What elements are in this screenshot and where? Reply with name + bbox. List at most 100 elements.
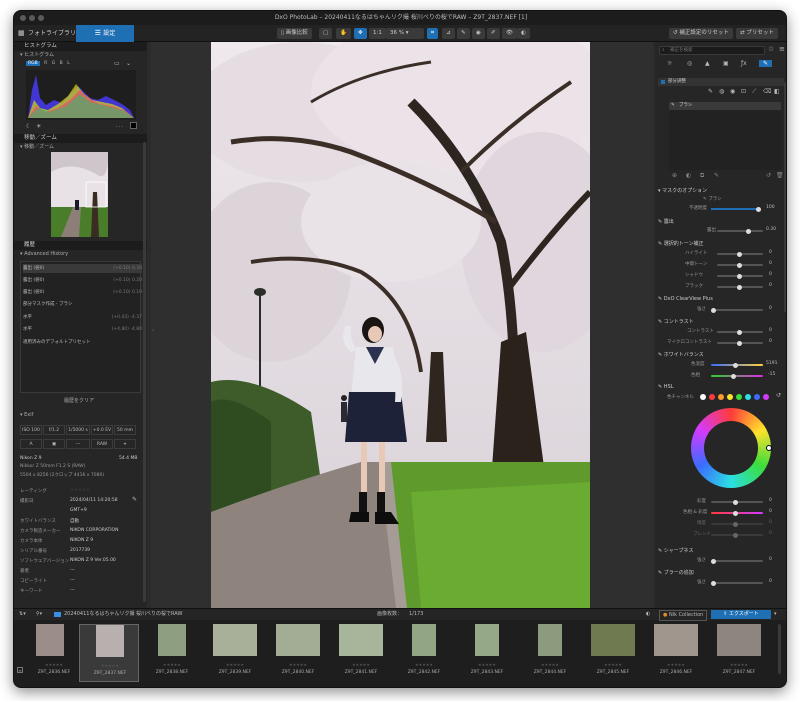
history-item[interactable]: 露出 (値0) (+0.10) 0.30 xyxy=(23,264,142,273)
navigator-thumbnail[interactable] xyxy=(51,152,108,237)
blend-slider[interactable] xyxy=(711,532,763,538)
local-adjust-checkbox[interactable] xyxy=(661,80,665,84)
close-window-button[interactable] xyxy=(20,15,26,21)
reset-corrections-button[interactable]: ↺ 補正設定のリセット xyxy=(669,28,733,39)
line-tool-icon[interactable]: ⟋ xyxy=(752,88,756,96)
control-point-icon[interactable]: ◉ xyxy=(730,88,735,95)
hsl-wheel-handle[interactable] xyxy=(766,445,772,451)
tone-value[interactable]: 0 xyxy=(769,272,772,277)
history-item[interactable]: 水平 (+4.80) -4.80 xyxy=(23,325,142,334)
hsl-value[interactable]: 0 xyxy=(769,531,772,536)
history-item[interactable]: 部分マスク作成 - ブラシ xyxy=(23,300,142,309)
hsl-channel-blue[interactable] xyxy=(754,394,760,400)
filmstrip-thumb[interactable]: ★★★★★ Z9T_2846.NEF xyxy=(646,624,706,682)
main-photo[interactable] xyxy=(211,42,590,608)
history-item[interactable]: 露出 (値0) (+0.10) 0.10 xyxy=(23,288,142,297)
highlight-clip-icon[interactable]: ☀ xyxy=(36,122,41,131)
presets-button[interactable]: ⇄ プリセット xyxy=(736,28,778,39)
hsl-channel-yellow[interactable] xyxy=(727,394,733,400)
detail-palette-icon[interactable]: ▲ xyxy=(705,60,710,67)
edit-date-icon[interactable]: ✎ xyxy=(132,495,137,504)
compare-button[interactable]: ▯ 画像比較 xyxy=(277,28,312,39)
luminance-slider[interactable] xyxy=(711,521,763,527)
brush-tool-icon[interactable]: ✎ xyxy=(708,88,713,95)
tone-value[interactable]: 0 xyxy=(769,261,772,266)
shadows-slider[interactable] xyxy=(717,273,763,279)
minimize-window-button[interactable] xyxy=(29,15,35,21)
zoom-window-button[interactable] xyxy=(38,15,44,21)
filmstrip-thumb[interactable]: ★★★★★ Z9T_2841.NEF xyxy=(331,624,391,682)
filmstrip-thumb[interactable]: ★★★★★ Z9T_2847.NEF xyxy=(709,624,769,682)
filmstrip-thumb[interactable]: ★★★★★ Z9T_2845.NEF xyxy=(583,624,643,682)
sort-icon[interactable]: ⇅▾ xyxy=(19,609,26,620)
history-panel-header[interactable]: 履歴 xyxy=(14,241,147,250)
auto-mask-icon[interactable]: ⊡ xyxy=(741,88,746,95)
history-clear-button[interactable]: 履歴をクリア xyxy=(64,398,94,405)
opacity-value[interactable]: 100 xyxy=(766,205,775,210)
crop-tool-button[interactable]: ⌗ xyxy=(427,28,439,39)
hsl-channel-all[interactable] xyxy=(700,394,706,400)
filmstrip-thumb[interactable]: ★★★★★ Z9T_2838.NEF xyxy=(142,624,202,682)
redeye-tool-button[interactable]: ◉ xyxy=(472,28,485,39)
mask-edit-icon[interactable]: ✎ xyxy=(714,172,719,179)
hsl-channel-red[interactable] xyxy=(709,394,715,400)
geometry-palette-icon[interactable]: ▣ xyxy=(723,60,729,67)
sharpness-value[interactable]: 0 xyxy=(769,557,772,562)
light-palette-icon[interactable]: ☼ xyxy=(667,60,672,67)
selective-tone-section[interactable]: ✎ 選択的トーン補正 xyxy=(658,240,704,247)
rating-stars[interactable]: ☆☆☆☆☆ xyxy=(70,488,90,493)
filmstrip-thumb[interactable]: ★★★★★ Z9T_2844.NEF xyxy=(520,624,580,682)
exposure-slider[interactable] xyxy=(717,228,763,234)
clearview-section[interactable]: ✎ DxO ClearView Plus xyxy=(658,296,713,302)
histogram-options-icon[interactable]: ⌄ xyxy=(126,59,131,68)
exposure-section[interactable]: ✎ 露出 xyxy=(658,218,674,225)
left-panel-scrollbar[interactable] xyxy=(143,142,146,602)
contrast-value[interactable]: 0 xyxy=(769,339,772,344)
history-item[interactable]: 水平 (+0.43) -4.37 xyxy=(23,313,142,322)
mask-invert-icon[interactable]: ◐ xyxy=(686,172,691,179)
contrast-slider[interactable] xyxy=(717,329,763,335)
mask-add-icon[interactable]: ⊕ xyxy=(672,172,677,179)
monitor-icon[interactable]: ▭ xyxy=(114,59,120,68)
export-button[interactable]: ⇪ エクスポート xyxy=(711,610,771,619)
navigator-panel-header[interactable]: 移動／ズーム xyxy=(14,134,147,143)
filmstrip-scrollbar[interactable] xyxy=(778,624,781,674)
right-panel-scrollbar[interactable] xyxy=(784,82,786,312)
hue-saturation-slider[interactable] xyxy=(711,510,763,516)
tab-customize[interactable]: ☰ 設定 xyxy=(76,25,134,42)
blur-slider[interactable] xyxy=(711,580,763,586)
nik-collection-button[interactable]: ● Nik Collection xyxy=(659,610,708,621)
hsl-reset-icon[interactable]: ↺ xyxy=(776,391,781,400)
temperature-slider[interactable] xyxy=(711,362,763,368)
wb-value[interactable]: 5191 xyxy=(766,361,777,366)
straighten-tool-button[interactable]: ⊿ xyxy=(442,28,455,39)
zoom-select[interactable]: 36 % ▾ xyxy=(386,28,424,39)
hsl-color-wheel[interactable] xyxy=(691,408,772,488)
tab-photo-library[interactable]: ▦ フォトライブラリ xyxy=(14,25,76,42)
contrast-section[interactable]: ✎ コントラスト xyxy=(658,318,694,325)
filter-icon[interactable]: ⚲▾ xyxy=(36,609,42,620)
filmstrip-thumb[interactable]: ★★★★★ Z9T_2842.NEF xyxy=(394,624,454,682)
fill-tool-icon[interactable]: ◧ xyxy=(774,88,780,95)
filmstrip-toggle-icon[interactable]: ≡ xyxy=(17,667,23,673)
mask-reset-icon[interactable]: ↺ xyxy=(766,172,771,179)
filmstrip-thumb[interactable]: ★★★★★ Z9T_2836.NEF xyxy=(24,624,84,682)
shadow-clip-icon[interactable]: ☾ xyxy=(26,122,31,131)
mask-options-section[interactable]: ▾ マスクのオプション xyxy=(658,187,707,194)
filmstrip-thumb[interactable]: ★★★★★ Z9T_2840.NEF xyxy=(268,624,328,682)
effects-palette-icon[interactable]: ƒx xyxy=(741,60,747,67)
local-adjust-tool-button[interactable]: ✐ xyxy=(487,28,500,39)
channel-b[interactable]: B xyxy=(60,61,63,66)
blacks-slider[interactable] xyxy=(717,284,763,290)
saturation-slider[interactable] xyxy=(711,499,763,505)
hsl-channel-orange[interactable] xyxy=(718,394,724,400)
microcontrast-slider[interactable] xyxy=(717,340,763,346)
collapse-left-handle[interactable]: ‹ xyxy=(152,327,154,334)
mask-copy-icon[interactable]: ⧉ xyxy=(700,172,704,180)
hsl-value[interactable]: 0 xyxy=(769,520,772,525)
sharpness-slider[interactable] xyxy=(711,558,763,564)
contrast-value[interactable]: 0 xyxy=(769,328,772,333)
tint-slider[interactable] xyxy=(711,373,763,379)
favorite-star-icon[interactable]: ☆ xyxy=(768,45,774,54)
panel-menu-icon[interactable]: ≡ xyxy=(779,45,785,54)
